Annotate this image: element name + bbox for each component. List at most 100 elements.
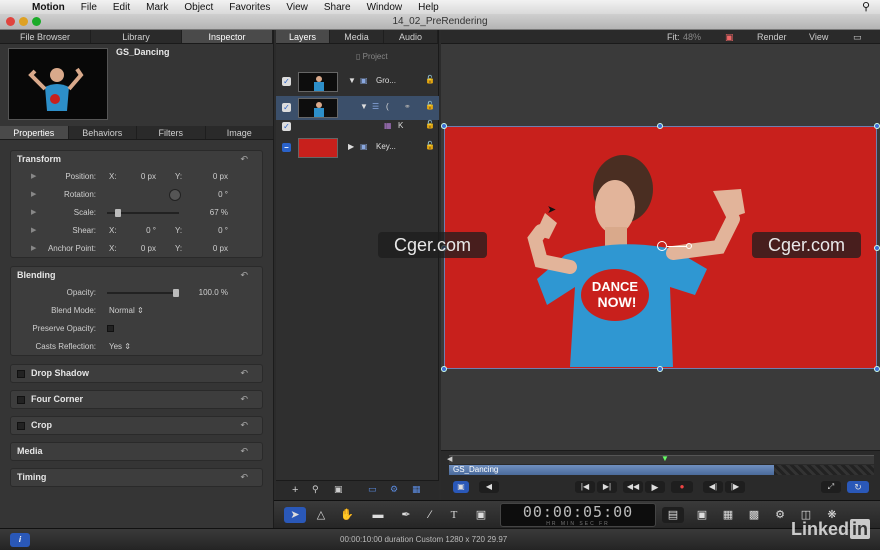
layer-enable-checkbox[interactable]: ✓ xyxy=(282,103,291,112)
timeline-clip[interactable]: GS_Dancing xyxy=(449,465,774,475)
menu-help[interactable]: Help xyxy=(410,2,447,13)
view-menu[interactable]: View xyxy=(809,32,828,42)
line-tool-icon[interactable]: ∕ xyxy=(420,507,440,523)
tab-properties[interactable]: Properties xyxy=(0,126,69,139)
layer-row[interactable]: ✓ ▼ ▣ Gro... 🔓 xyxy=(276,70,439,94)
bezier-tool-icon[interactable]: ✒ xyxy=(394,507,418,523)
timing-display-icon[interactable]: ▤ xyxy=(662,507,684,523)
thumbnail-toggle-icon[interactable]: ▣ xyxy=(334,484,343,495)
anchor-x-value[interactable]: 0 px xyxy=(141,240,156,258)
show-filters-icon[interactable]: ▦ xyxy=(412,484,421,495)
menu-edit[interactable]: Edit xyxy=(105,2,138,13)
transform-handle-top[interactable] xyxy=(657,123,663,129)
audio-toggle-icon[interactable]: ◀ xyxy=(479,481,499,493)
four-corner-group[interactable]: Four Corner ↶ xyxy=(10,390,263,409)
generators-icon[interactable]: ▦ xyxy=(718,507,738,523)
render-menu[interactable]: Render xyxy=(757,32,787,42)
text-tool-icon[interactable]: T xyxy=(444,507,464,523)
timing-reset-icon[interactable]: ↶ xyxy=(240,469,248,486)
anchor-point-handle[interactable] xyxy=(657,241,667,251)
tab-file-browser[interactable]: File Browser xyxy=(0,30,91,43)
timeline-ruler[interactable]: ◀ ▼ xyxy=(447,454,874,464)
drop-shadow-reset-icon[interactable]: ↶ xyxy=(240,365,248,382)
position-y-value[interactable]: 0 px xyxy=(213,168,228,186)
preserve-opacity-checkbox[interactable] xyxy=(107,325,114,332)
tab-behaviors[interactable]: Behaviors xyxy=(69,126,137,139)
four-corner-checkbox[interactable] xyxy=(17,395,25,404)
layer-row[interactable]: ✓ ▦ K 🔓 xyxy=(276,118,439,136)
tab-audio[interactable]: Audio xyxy=(384,30,438,43)
transform-handle-top-right[interactable] xyxy=(874,123,880,129)
previous-frame-icon[interactable]: ◀| xyxy=(703,481,723,493)
scale-slider[interactable] xyxy=(107,209,179,217)
go-to-end-icon[interactable]: ▶| xyxy=(597,481,617,493)
tab-media[interactable]: Media xyxy=(330,30,384,43)
lock-icon[interactable]: 🔓 xyxy=(425,120,435,129)
pan-tool-icon[interactable]: ✋ xyxy=(336,507,358,523)
scale-slider-knob[interactable] xyxy=(114,209,121,217)
tab-layers[interactable]: Layers xyxy=(276,30,330,43)
zoom-level[interactable]: 48% xyxy=(683,32,701,42)
blending-reset-icon[interactable]: ↶ xyxy=(240,267,248,284)
position-x-value[interactable]: 0 px xyxy=(141,168,156,186)
menu-favorites[interactable]: Favorites xyxy=(221,2,278,13)
lock-icon[interactable]: 🔓 xyxy=(425,75,435,84)
show-masks-icon[interactable]: ▭ xyxy=(368,484,377,495)
tab-image[interactable]: Image xyxy=(206,126,274,139)
go-to-start-icon[interactable]: |◀ xyxy=(575,481,595,493)
rotation-handle[interactable] xyxy=(686,243,692,249)
opacity-slider[interactable] xyxy=(107,289,179,297)
media-reset-icon[interactable]: ↶ xyxy=(240,443,248,460)
drop-shadow-checkbox[interactable] xyxy=(17,369,25,378)
disclosure-triangle-icon[interactable]: ▶ xyxy=(31,222,36,240)
shear-y-value[interactable]: 0 ° xyxy=(218,222,228,240)
show-behaviors-icon[interactable]: ⚙ xyxy=(390,484,398,495)
search-icon[interactable]: ⚲ xyxy=(312,484,319,495)
in-point-marker-icon[interactable]: ◀ xyxy=(447,455,452,463)
playhead-marker[interactable]: ▼ xyxy=(661,454,669,463)
crop-reset-icon[interactable]: ↶ xyxy=(240,417,248,434)
fullscreen-icon[interactable]: ⤢ xyxy=(821,481,841,493)
disclosure-triangle-icon[interactable]: ▶ xyxy=(31,204,36,222)
rotation-dial[interactable] xyxy=(169,189,181,201)
menu-share[interactable]: Share xyxy=(316,2,359,13)
timecode-display[interactable]: 00:00:05:00 HR MIN SEC FR xyxy=(500,503,656,527)
layer-enable-checkbox[interactable]: ✓ xyxy=(282,77,291,86)
expand-triangle-icon[interactable]: ▼ xyxy=(348,76,356,85)
camera-icon[interactable]: ▣ xyxy=(692,507,712,523)
tab-inspector[interactable]: Inspector xyxy=(182,30,273,43)
lock-icon[interactable]: 🔓 xyxy=(425,141,435,150)
expand-triangle-icon[interactable]: ▼ xyxy=(360,102,368,111)
layer-row-selected[interactable]: ✓ ▼ ☰ ( ⚭ 🔓 xyxy=(276,96,439,120)
crop-checkbox[interactable] xyxy=(17,421,25,430)
rotation-value[interactable]: 0 ° xyxy=(218,186,228,204)
menu-mark[interactable]: Mark xyxy=(138,2,176,13)
mini-timeline[interactable]: ◀ ▼ GS_Dancing ▣ ◀ |◀ ▶| ◀◀ ▶ ● ◀| |▶ ⤢ … xyxy=(441,450,880,500)
transform-handle-top-left[interactable] xyxy=(441,123,447,129)
rectangle-tool-icon[interactable]: ▬ xyxy=(366,507,390,523)
color-channels-icon[interactable]: ▣ xyxy=(725,32,734,43)
menu-file[interactable]: File xyxy=(73,2,105,13)
four-corner-reset-icon[interactable]: ↶ xyxy=(240,391,248,408)
opacity-slider-knob[interactable] xyxy=(173,289,179,297)
disclosure-triangle-icon[interactable]: ▶ xyxy=(31,186,36,204)
anchor-y-value[interactable]: 0 px xyxy=(213,240,228,258)
filters-menu-icon[interactable]: ▩ xyxy=(744,507,764,523)
info-icon[interactable]: i xyxy=(10,533,30,547)
transform-reset-icon[interactable]: ↶ xyxy=(240,151,248,168)
menu-object[interactable]: Object xyxy=(176,2,221,13)
timing-group[interactable]: Timing ↶ xyxy=(10,468,263,487)
layer-enable-checkbox[interactable]: ✓ xyxy=(282,122,291,131)
transform-handle-right[interactable] xyxy=(874,245,880,251)
menu-view[interactable]: View xyxy=(278,2,316,13)
transform-handle-bottom-left[interactable] xyxy=(441,366,447,372)
transform-handle-bottom[interactable] xyxy=(657,366,663,372)
mask-tool-icon[interactable]: ▣ xyxy=(470,507,492,523)
transform-handle-bottom-right[interactable] xyxy=(874,366,880,372)
blending-header[interactable]: Blending ↶ xyxy=(11,267,262,284)
drop-shadow-group[interactable]: Drop Shadow ↶ xyxy=(10,364,263,383)
menu-window[interactable]: Window xyxy=(359,2,411,13)
disclosure-triangle-icon[interactable]: ▶ xyxy=(31,240,36,258)
layer-enable-checkbox[interactable]: – xyxy=(282,143,291,152)
opacity-value[interactable]: 100.0 % xyxy=(199,284,228,302)
